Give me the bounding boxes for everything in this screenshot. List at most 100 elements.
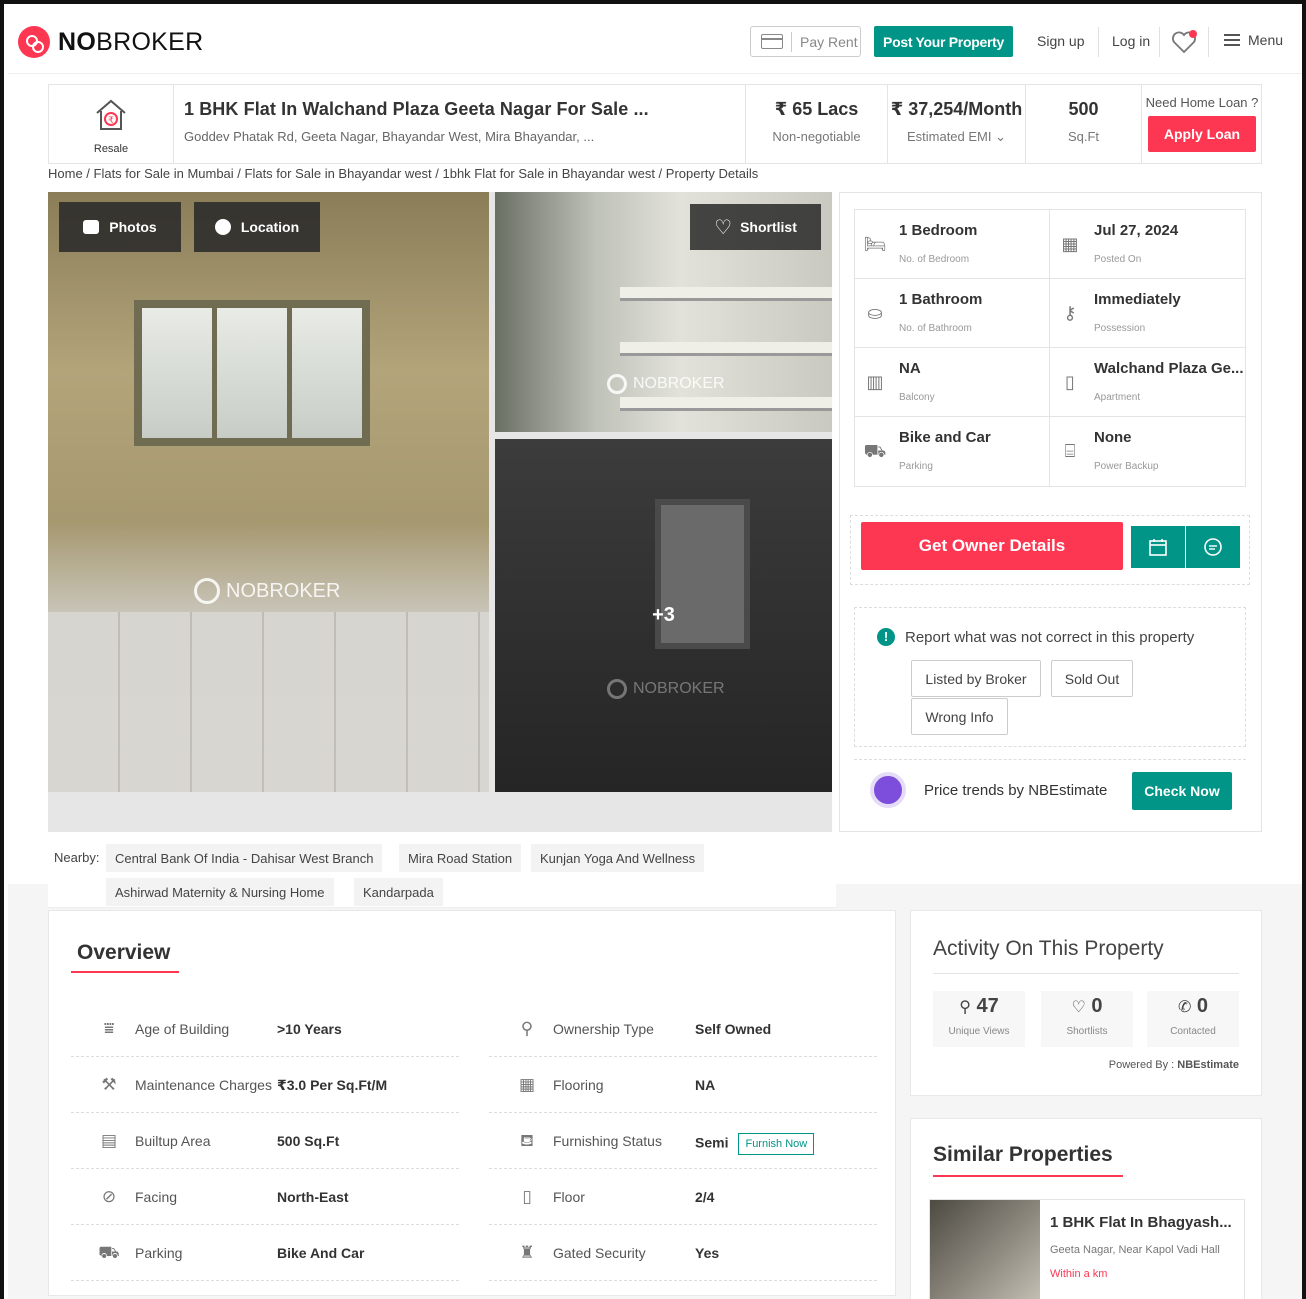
car-icon: ⛟ — [98, 1243, 120, 1262]
similar-title: Similar Properties — [933, 1143, 1113, 1166]
nearby-place[interactable]: Mira Road Station — [399, 844, 522, 872]
overview-value: Self Owned — [695, 1021, 772, 1037]
key-icon: ⚷ — [1063, 303, 1077, 323]
photo-gallery[interactable]: NOBROKER Photos Location NOBROKER ♡ Short… — [48, 192, 832, 832]
contacted-stat: ✆ 0 Contacted — [1147, 991, 1239, 1047]
cake-icon: ⩸ — [103, 1019, 115, 1038]
pay-rent-label: Pay Rent — [800, 33, 858, 50]
overview-value: Bike And Car — [277, 1245, 365, 1261]
sofa-icon: ⛾ — [520, 1131, 534, 1150]
spec-value: Immediately — [1094, 291, 1181, 308]
overview-row: ⩸ Age of Building >10 Years — [71, 1001, 459, 1057]
area-icon: ▤ — [100, 1131, 118, 1150]
top-header: NOBROKER Pay Rent Post Your Property Sig… — [8, 8, 1302, 74]
phone-icon: ✆ — [1177, 999, 1192, 1016]
property-title-block: 1 BHK Flat In Walchand Plaza Geeta Nagar… — [174, 85, 746, 163]
similar-property-card[interactable]: 1 BHK Flat In Bhagyash... Geeta Nagar, N… — [929, 1199, 1245, 1299]
location-button[interactable]: Location — [194, 202, 320, 252]
overview-label: Maintenance Charges — [135, 1077, 272, 1093]
property-price: ₹ 65 Lacs — [774, 99, 859, 119]
pay-rent-button[interactable]: Pay Rent — [750, 26, 861, 57]
photos-button[interactable]: Photos — [59, 202, 181, 252]
similar-property-title: 1 BHK Flat In Bhagyash... — [1050, 1214, 1232, 1231]
resale-house-icon: ₹ — [96, 99, 126, 130]
overview-label: Flooring — [553, 1077, 604, 1093]
main-photo[interactable]: NOBROKER — [48, 192, 489, 792]
breadcrumb[interactable]: Home / Flats for Sale in Mumbai / Flats … — [48, 166, 758, 181]
nearby-place[interactable]: Ashirwad Maternity & Nursing Home — [106, 878, 334, 906]
menu-button[interactable]: Menu — [1224, 32, 1283, 48]
nobroker-watermark: NOBROKER — [194, 578, 340, 604]
tools-icon: ⚒ — [101, 1075, 117, 1094]
calendar-icon: ▦ — [1061, 234, 1079, 254]
spec-label: Apartment — [1094, 392, 1141, 403]
check-now-button[interactable]: Check Now — [1132, 772, 1232, 810]
spec-label: No. of Bedroom — [899, 254, 970, 265]
report-sold-out[interactable]: Sold Out — [1051, 660, 1133, 697]
get-owner-details-button[interactable]: Get Owner Details — [861, 522, 1123, 570]
spec-label: Power Backup — [1094, 461, 1159, 472]
nearby-place[interactable]: Kandarpada — [354, 878, 443, 906]
nobroker-logo[interactable]: NOBROKER — [18, 26, 204, 58]
spec-label: Parking — [899, 461, 933, 472]
overview-label: Gated Security — [553, 1245, 646, 1261]
overview-label: Parking — [135, 1245, 183, 1261]
chevron-down-icon: ⌄ — [995, 129, 1007, 144]
similar-property-photo — [930, 1200, 1040, 1299]
overview-title: Overview — [77, 941, 171, 964]
overview-row: ⛟ Parking Bike And Car — [71, 1225, 459, 1281]
resale-label: Resale — [93, 143, 129, 155]
area-value: 500 — [1068, 99, 1099, 119]
post-property-button[interactable]: Post Your Property — [874, 26, 1013, 57]
home-loan-block: Need Home Loan ? Apply Loan — [1142, 85, 1262, 163]
compass-icon: ⊘ — [101, 1187, 117, 1206]
bed-icon: 🛏 — [863, 234, 887, 254]
activity-section: Activity On This Property ⚲ 47 Unique Vi… — [910, 910, 1262, 1096]
property-specs-grid: 🛏 1 Bedroom No. of Bedroom ▦ Jul 27, 2024 Pos… — [854, 209, 1246, 487]
spec-cell: ▥ NA Balcony — [855, 348, 1050, 417]
spec-value: NA — [899, 360, 921, 377]
overview-row: ⚲ Ownership Type Self Owned — [489, 1001, 877, 1057]
overview-row: ▦ Flooring NA — [489, 1057, 877, 1113]
chat-button[interactable] — [1186, 526, 1240, 568]
emi-note: Estimated EMI ⌄ — [906, 129, 1007, 144]
nearby-place[interactable]: Kunjan Yoga And Wellness — [531, 844, 705, 872]
emi-block[interactable]: ₹ 37,254/Month Estimated EMI ⌄ — [888, 85, 1026, 163]
overview-label: Facing — [135, 1189, 178, 1205]
apply-loan-button[interactable]: Apply Loan — [1148, 116, 1256, 152]
powered-by: Powered By : NBEstimate — [1108, 1059, 1239, 1071]
log-in-link[interactable]: Log in — [1112, 33, 1150, 49]
heart-icon: ♡ — [1071, 999, 1086, 1016]
activity-title: Activity On This Property — [933, 937, 1164, 960]
overview-value: Yes — [695, 1245, 720, 1261]
furnish-now-button[interactable]: Furnish Now — [738, 1133, 815, 1155]
schedule-visit-button[interactable] — [1131, 526, 1185, 568]
nearby-place[interactable]: Central Bank Of India - Dahisar West Bra… — [106, 844, 383, 872]
chart-icon — [870, 772, 906, 808]
spec-value: Jul 27, 2024 — [1094, 222, 1179, 239]
window-image-detail — [134, 300, 370, 446]
overview-label: Builtup Area — [135, 1133, 211, 1149]
spec-cell: ⌸ None Power Backup — [1050, 417, 1245, 486]
logo-icon — [18, 26, 50, 58]
guard-icon: ♜ — [519, 1243, 535, 1262]
spec-value: None — [1094, 429, 1132, 446]
overview-value: 500 Sq.Ft — [277, 1133, 340, 1149]
shortlist-button[interactable]: ♡ Shortlist — [690, 204, 821, 250]
more-photos-tile[interactable]: NOBROKER +3 — [495, 439, 832, 792]
report-listed-by-broker[interactable]: Listed by Broker — [911, 660, 1041, 697]
spec-cell: ▦ Jul 27, 2024 Posted On — [1050, 210, 1245, 279]
similar-property-distance: Within a km — [1050, 1268, 1108, 1280]
bathtub-icon: ⛀ — [867, 303, 883, 323]
spec-label: Possession — [1094, 323, 1146, 334]
report-wrong-info[interactable]: Wrong Info — [911, 698, 1008, 735]
overview-label: Floor — [553, 1189, 585, 1205]
shortlist-heart-icon[interactable] — [1171, 29, 1199, 55]
price-block: ₹ 65 Lacs Non-negotiable — [746, 85, 888, 163]
nobroker-watermark: NOBROKER — [607, 374, 725, 394]
emi-value: ₹ 37,254/Month — [890, 99, 1023, 119]
page-frame: NOBROKER Pay Rent Post Your Property Sig… — [0, 0, 1306, 1299]
sign-up-link[interactable]: Sign up — [1037, 33, 1084, 49]
spec-value: 1 Bedroom — [899, 222, 978, 239]
heart-outline-icon: ♡ — [714, 216, 733, 239]
